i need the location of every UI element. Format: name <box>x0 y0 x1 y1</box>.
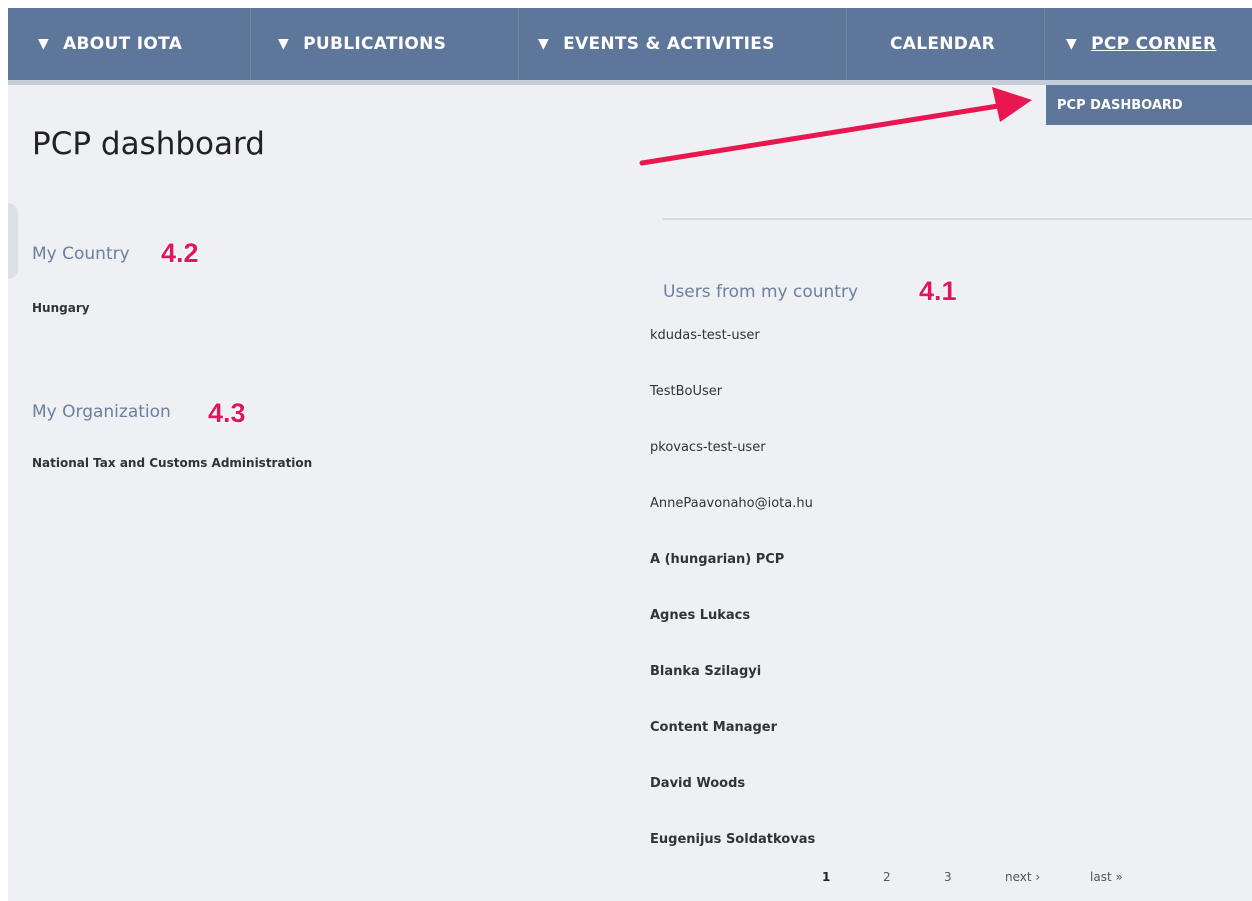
user-list-item[interactable]: Eugenijus Soldatkovas <box>650 832 815 888</box>
dropdown-triangle-icon: ▼ <box>38 36 50 52</box>
user-list-item[interactable]: David Woods <box>650 776 815 832</box>
submenu-pcp-dashboard[interactable]: PCP DASHBOARD <box>1046 85 1252 125</box>
arrow-shaft <box>639 103 1001 166</box>
nav-publications[interactable]: ▼ PUBLICATIONS <box>278 8 446 80</box>
nav-pcp-corner[interactable]: ▼ PCP CORNER <box>1066 8 1216 80</box>
users-heading: Users from my country <box>663 282 859 302</box>
my-country-value: Hungary <box>32 301 90 315</box>
user-list-item[interactable]: AnnePaavonaho@iota.hu <box>650 496 815 552</box>
section-divider <box>663 218 1252 220</box>
user-list-item[interactable]: Blanka Szilagyi <box>650 664 815 720</box>
page-title: PCP dashboard <box>32 126 265 162</box>
nav-label: PCP CORNER <box>1091 34 1217 54</box>
user-list-item[interactable]: TestBoUser <box>650 384 815 440</box>
nav-label: CALENDAR <box>890 34 996 54</box>
nav-divider <box>250 8 251 80</box>
pager-page-2[interactable]: 2 <box>883 870 891 884</box>
user-list-item[interactable]: A (hungarian) PCP <box>650 552 815 608</box>
user-list-item[interactable]: kdudas-test-user <box>650 328 815 384</box>
nav-divider <box>518 8 519 80</box>
user-list-item[interactable]: Content Manager <box>650 720 815 776</box>
user-list: kdudas-test-user TestBoUser pkovacs-test-u… <box>650 328 815 888</box>
page-frame: ▼ ABOUT IOTA ▼ PUBLICATIONS ▼ EVENTS & A… <box>8 8 1252 901</box>
user-list-item[interactable]: pkovacs-test-user <box>650 440 815 496</box>
pager-page-3[interactable]: 3 <box>944 870 952 884</box>
main-nav: ▼ ABOUT IOTA ▼ PUBLICATIONS ▼ EVENTS & A… <box>8 8 1252 85</box>
pager-page-1[interactable]: 1 <box>822 870 830 884</box>
user-list-item[interactable]: Agnes Lukacs <box>650 608 815 664</box>
dropdown-triangle-icon: ▼ <box>538 36 550 52</box>
pager-next[interactable]: next › <box>1005 870 1040 884</box>
nav-divider <box>1044 8 1045 80</box>
my-organization-value: National Tax and Customs Administration <box>32 456 313 470</box>
pager-last[interactable]: last » <box>1090 870 1123 884</box>
nav-label: ABOUT IOTA <box>63 34 183 54</box>
nav-events-activities[interactable]: ▼ EVENTS & ACTIVITIES <box>538 8 775 80</box>
dropdown-triangle-icon: ▼ <box>278 36 290 52</box>
dropdown-triangle-icon: ▼ <box>1066 36 1078 52</box>
annotation-4-1: 4.1 <box>919 276 957 306</box>
nav-calendar[interactable]: CALENDAR <box>890 8 995 80</box>
annotation-4-2: 4.2 <box>161 238 199 268</box>
my-organization-heading: My Organization <box>32 402 171 422</box>
arrow-head <box>992 87 1032 122</box>
nav-divider <box>846 8 847 80</box>
submenu-label: PCP DASHBOARD <box>1057 97 1183 113</box>
side-tab-handle[interactable] <box>8 203 18 279</box>
nav-label: PUBLICATIONS <box>303 34 447 54</box>
nav-label: EVENTS & ACTIVITIES <box>563 34 775 54</box>
my-country-heading: My Country <box>32 244 130 264</box>
annotation-4-3: 4.3 <box>208 398 246 428</box>
nav-about-iota[interactable]: ▼ ABOUT IOTA <box>38 8 182 80</box>
